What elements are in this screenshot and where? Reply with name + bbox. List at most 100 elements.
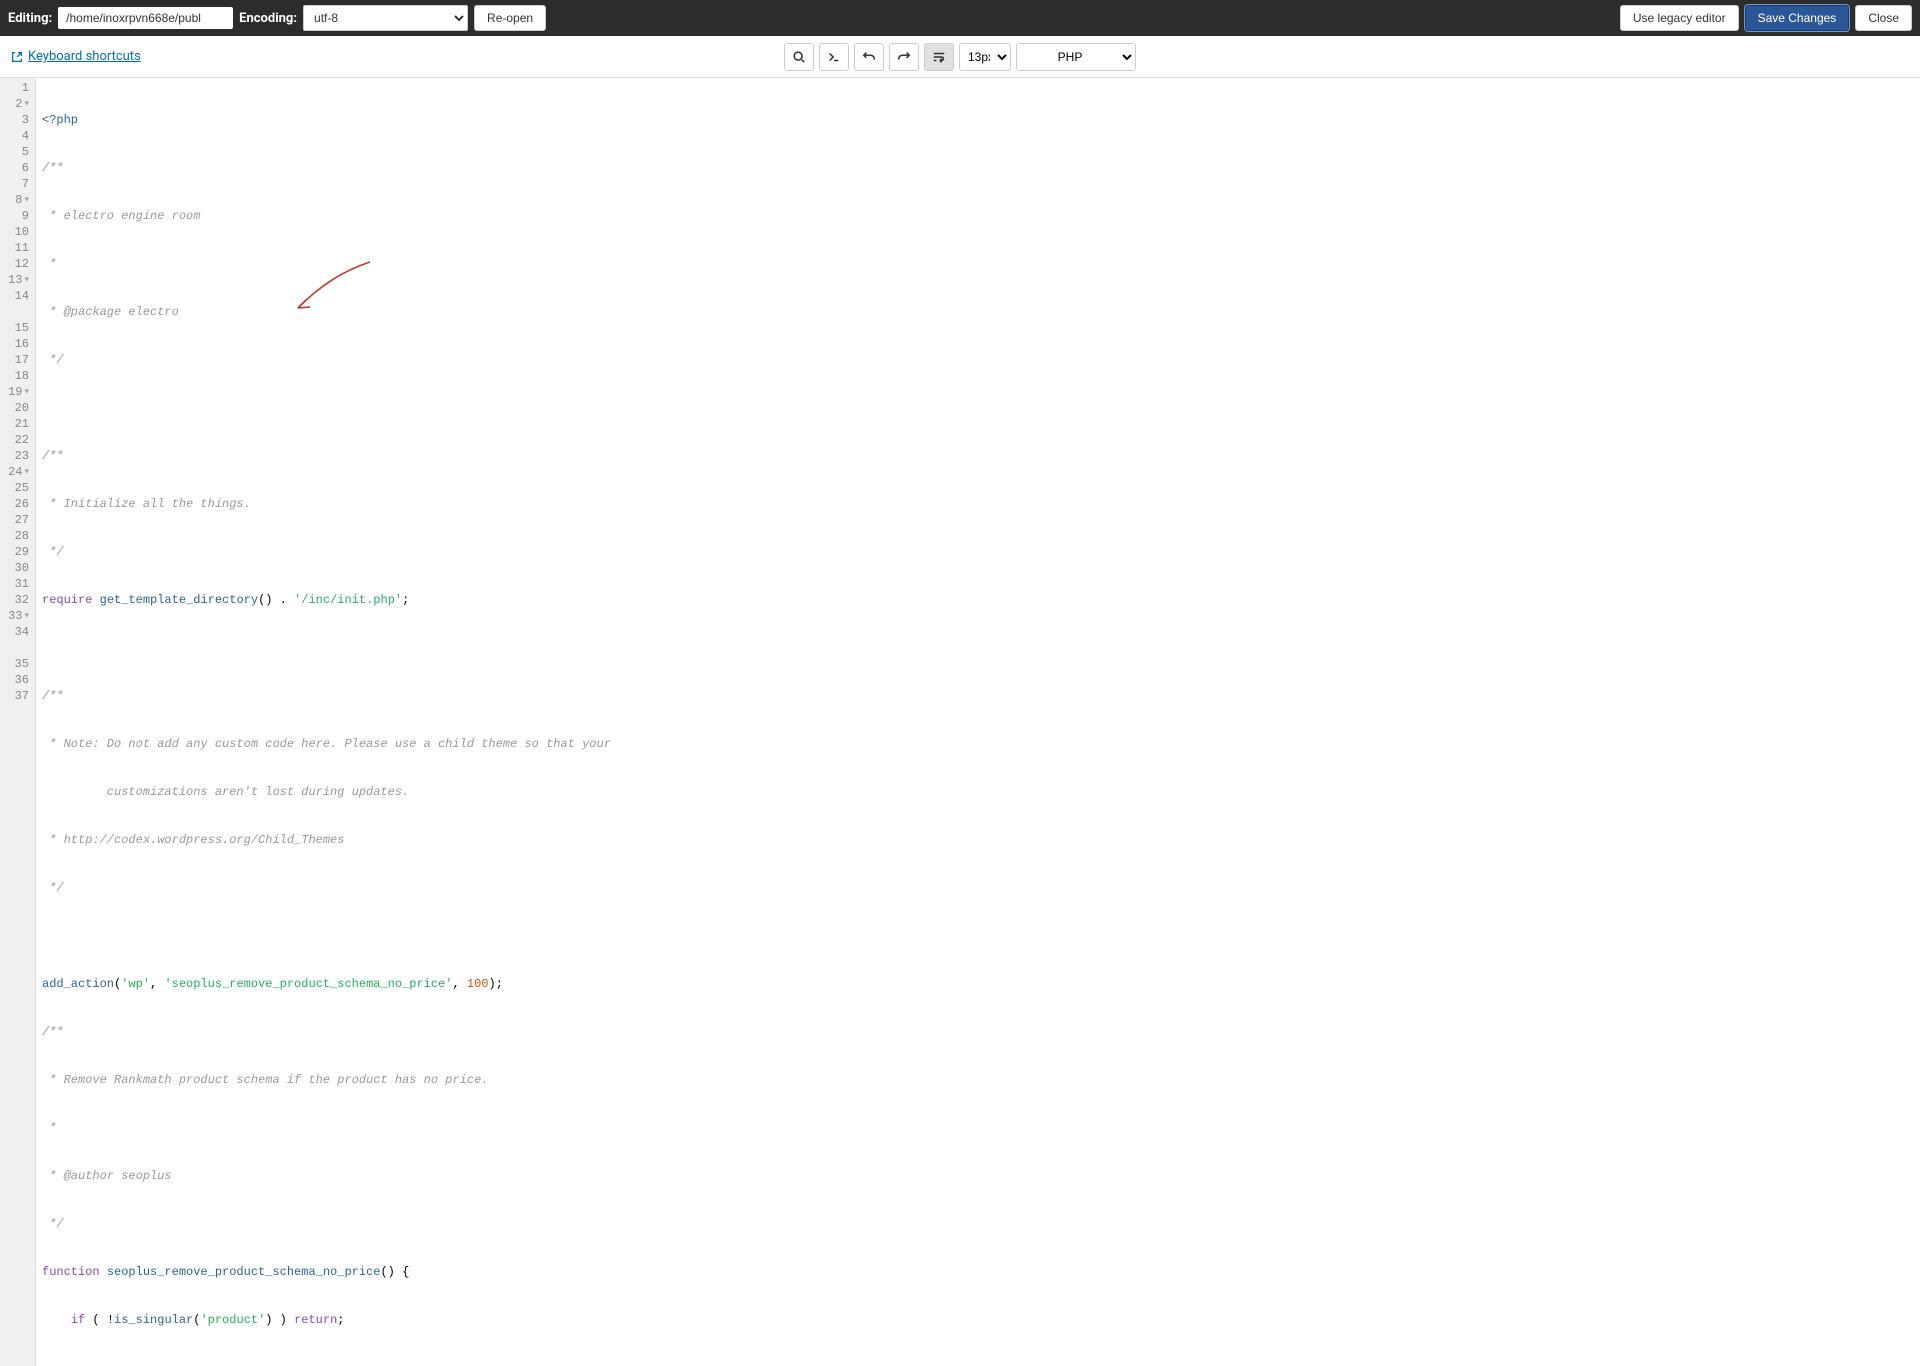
- code-line: */: [42, 880, 611, 896]
- keyboard-shortcuts-link[interactable]: Keyboard shortcuts: [10, 49, 141, 64]
- line-number: 30: [4, 560, 29, 576]
- line-number: 22: [4, 432, 29, 448]
- code-line: function seoplus_remove_product_schema_n…: [42, 1264, 611, 1280]
- keyboard-shortcuts-label: Keyboard shortcuts: [28, 49, 141, 64]
- fold-icon[interactable]: ▾: [24, 384, 29, 400]
- line-number: 29: [4, 544, 29, 560]
- undo-icon: [862, 50, 876, 64]
- code-line: [42, 928, 611, 944]
- line-number: 15: [4, 320, 29, 336]
- fold-icon[interactable]: ▾: [24, 464, 29, 480]
- line-number: 7: [4, 176, 29, 192]
- line-number: 18: [4, 368, 29, 384]
- line-number: 8 ▾: [4, 192, 29, 208]
- code-line: *: [42, 256, 611, 272]
- code-line: /**: [42, 448, 611, 464]
- line-number: 12: [4, 256, 29, 272]
- line-number: 31: [4, 576, 29, 592]
- search-icon: [792, 50, 806, 64]
- line-number: 9: [4, 208, 29, 224]
- line-number: 21: [4, 416, 29, 432]
- gutter: 12 ▾345678 ▾910111213 ▾141516171819 ▾202…: [0, 78, 36, 1366]
- code-line: * @package electro: [42, 304, 611, 320]
- code-line: [42, 1360, 611, 1366]
- search-button[interactable]: [784, 43, 814, 71]
- line-number: 28: [4, 528, 29, 544]
- editing-label: Editing:: [8, 11, 52, 26]
- code-line: require get_template_directory() . '/inc…: [42, 592, 611, 608]
- line-number: 14: [4, 288, 29, 304]
- encoding-select[interactable]: utf-8: [303, 5, 468, 31]
- undo-button[interactable]: [854, 43, 884, 71]
- redo-icon: [897, 50, 911, 64]
- code-line: /**: [42, 688, 611, 704]
- language-select[interactable]: PHP: [1016, 43, 1136, 71]
- line-number: 26: [4, 496, 29, 512]
- code-line: */: [42, 544, 611, 560]
- line-number: 2 ▾: [4, 96, 29, 112]
- line-number: 37: [4, 688, 29, 704]
- fold-icon[interactable]: ▾: [24, 96, 29, 112]
- code-line: * http://codex.wordpress.org/Child_Theme…: [42, 832, 611, 848]
- encoding-label: Encoding:: [239, 11, 297, 26]
- code-line: * Initialize all the things.: [42, 496, 611, 512]
- line-number: 24 ▾: [4, 464, 29, 480]
- code-line: *: [42, 1120, 611, 1136]
- terminal-button[interactable]: [819, 43, 849, 71]
- code-line: <?php: [42, 112, 611, 128]
- fontsize-select[interactable]: 13px: [959, 43, 1011, 71]
- line-number: 35: [4, 656, 29, 672]
- line-number: 33 ▾: [4, 608, 29, 624]
- code-line: */: [42, 1216, 611, 1232]
- close-button[interactable]: Close: [1855, 5, 1912, 31]
- line-number: 34: [4, 624, 29, 640]
- fold-icon[interactable]: ▾: [24, 192, 29, 208]
- line-number: 27: [4, 512, 29, 528]
- code-line: customizations aren't lost during update…: [42, 784, 611, 800]
- code-line: * electro engine room: [42, 208, 611, 224]
- line-number: 3: [4, 112, 29, 128]
- code-line: /**: [42, 160, 611, 176]
- code-line: */: [42, 352, 611, 368]
- line-number: 19 ▾: [4, 384, 29, 400]
- line-number: 17: [4, 352, 29, 368]
- line-number: 25: [4, 480, 29, 496]
- code-line: * Note: Do not add any custom code here.…: [42, 736, 611, 752]
- external-link-icon: [10, 50, 24, 64]
- line-number: 10: [4, 224, 29, 240]
- line-number: 20: [4, 400, 29, 416]
- code-line: /**: [42, 1024, 611, 1040]
- code-area[interactable]: <?php /** * electro engine room * * @pac…: [36, 78, 611, 1366]
- fold-icon[interactable]: ▾: [24, 272, 29, 288]
- legacy-editor-button[interactable]: Use legacy editor: [1620, 5, 1739, 31]
- wrap-icon: [932, 50, 946, 64]
- wrap-button[interactable]: [924, 43, 954, 71]
- reopen-button[interactable]: Re-open: [474, 5, 546, 31]
- line-number: 4: [4, 128, 29, 144]
- file-path-input[interactable]: [58, 7, 233, 29]
- header: Editing: Encoding: utf-8 Re-open Use leg…: [0, 0, 1920, 36]
- code-line: add_action('wp', 'seoplus_remove_product…: [42, 976, 611, 992]
- line-number: [4, 640, 29, 656]
- header-left: Editing: Encoding: utf-8 Re-open: [8, 5, 1612, 31]
- toolbar: Keyboard shortcuts 13px PHP: [0, 36, 1920, 78]
- line-number: 11: [4, 240, 29, 256]
- code-line: [42, 400, 611, 416]
- code-line: * Remove Rankmath product schema if the …: [42, 1072, 611, 1088]
- line-number: 1: [4, 80, 29, 96]
- redo-button[interactable]: [889, 43, 919, 71]
- line-number: 5: [4, 144, 29, 160]
- code-line: [42, 640, 611, 656]
- editor[interactable]: 12 ▾345678 ▾910111213 ▾141516171819 ▾202…: [0, 78, 1920, 1366]
- line-number: 23: [4, 448, 29, 464]
- terminal-icon: [827, 50, 841, 64]
- code-line: if ( !is_singular('product') ) return;: [42, 1312, 611, 1328]
- header-right: Use legacy editor Save Changes Close: [1620, 5, 1912, 31]
- line-number: 32: [4, 592, 29, 608]
- line-number: 36: [4, 672, 29, 688]
- line-number: 16: [4, 336, 29, 352]
- code-line: * @author seoplus: [42, 1168, 611, 1184]
- fold-icon[interactable]: ▾: [24, 608, 29, 624]
- line-number: 13 ▾: [4, 272, 29, 288]
- save-changes-button[interactable]: Save Changes: [1745, 5, 1850, 31]
